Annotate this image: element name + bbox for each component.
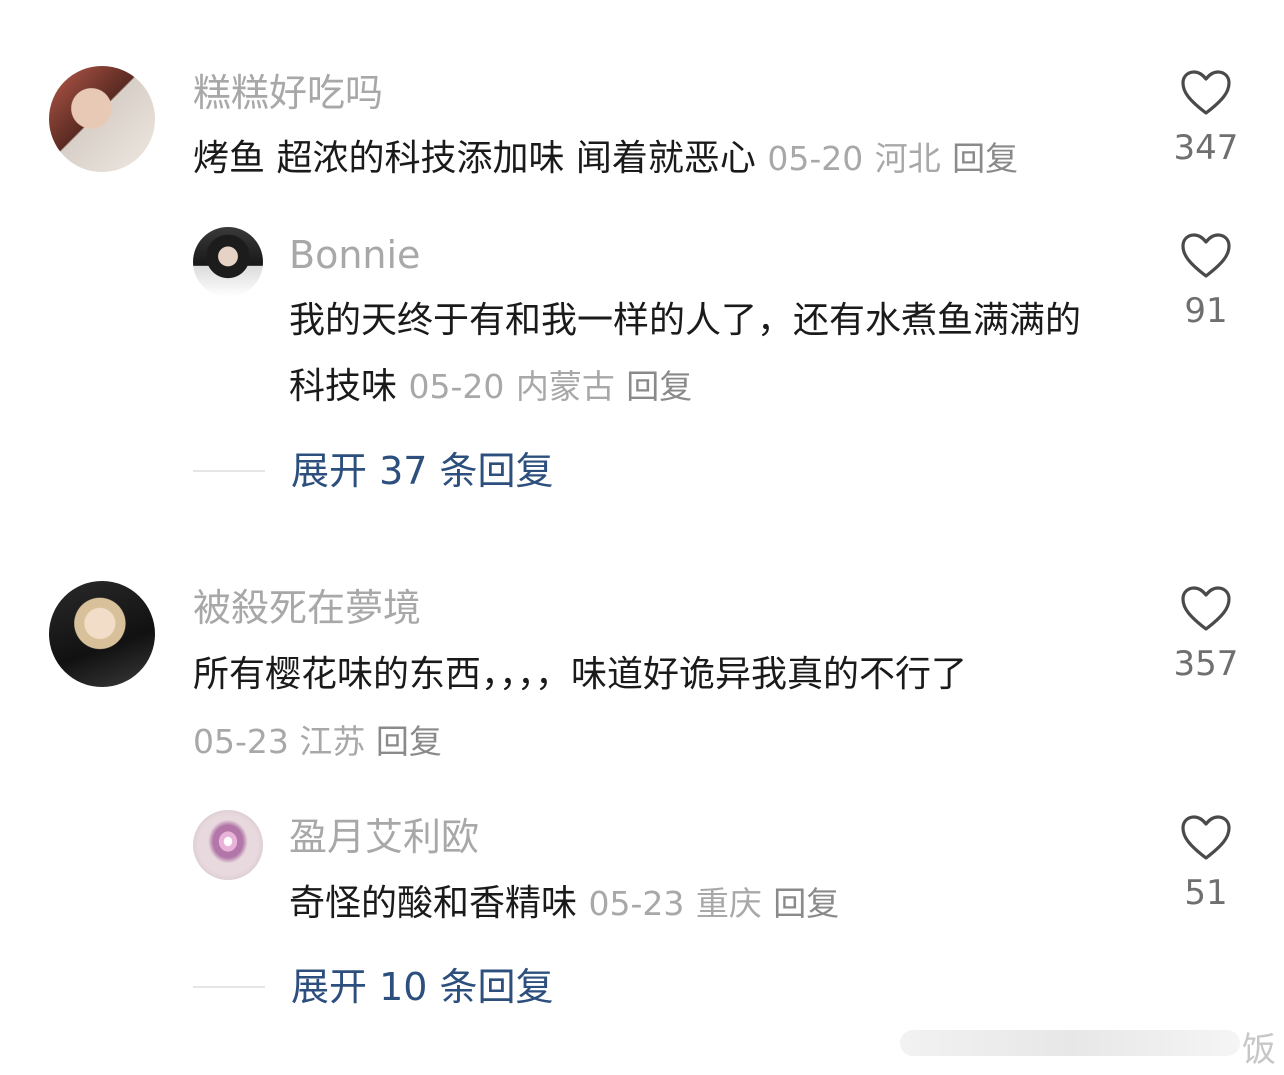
comment-body: 所有樱花味的东西，，，，味道好诡异我真的不行了 [193, 654, 968, 695]
comment-body: 烤鱼 超浓的科技添加味 闻着就恶心 [193, 138, 756, 179]
expand-replies-label: 展开 37 条回复 [291, 449, 554, 493]
like-count: 357 [1173, 644, 1239, 684]
heart-icon [1181, 70, 1231, 115]
comment-username[interactable]: 被殺死在夢境 [193, 585, 421, 631]
watermark: 饭 [870, 1020, 1284, 1070]
avatar[interactable] [49, 66, 155, 172]
like-button[interactable]: 357 [1166, 586, 1246, 684]
reply-button[interactable]: 回复 [773, 884, 839, 923]
avatar[interactable] [49, 581, 155, 687]
heart-icon [1181, 233, 1231, 278]
comment-meta: 05-23 江苏 回复 [193, 719, 442, 765]
heart-icon [1181, 815, 1231, 860]
reply-username[interactable]: Bonnie [289, 232, 420, 278]
avatar[interactable] [193, 810, 263, 880]
like-count: 51 [1184, 873, 1228, 913]
comment-location: 江苏 [299, 722, 366, 761]
comment-date: 05-23 [193, 722, 289, 761]
reply-location: 内蒙古 [515, 367, 615, 406]
comment-text: 烤鱼 超浓的科技添加味 闻着就恶心 05-20 河北 回复 [193, 126, 1153, 192]
expand-replies-button[interactable]: 展开 37 条回复 [193, 446, 554, 496]
like-count: 91 [1184, 291, 1228, 331]
reply-button[interactable]: 回复 [952, 139, 1018, 178]
reply-date: 05-23 [588, 884, 685, 923]
like-button[interactable]: 51 [1166, 815, 1246, 913]
watermark-text: 饭 [1242, 1030, 1276, 1070]
comment-username[interactable]: 糕糕好吃吗 [193, 70, 383, 116]
expand-replies-label: 展开 10 条回复 [291, 965, 554, 1009]
comment-text: 所有樱花味的东西，，，，味道好诡异我真的不行了 [193, 642, 1153, 708]
reply-body: 奇怪的酸和香精味 [289, 883, 578, 924]
heart-icon [1181, 586, 1231, 631]
like-count: 347 [1173, 128, 1239, 168]
reply-location: 重庆 [695, 884, 762, 923]
watermark-bar [900, 1030, 1240, 1056]
expand-replies-button[interactable]: 展开 10 条回复 [193, 962, 554, 1012]
comment-date: 05-20 [767, 139, 864, 178]
avatar[interactable] [193, 227, 263, 297]
reply-username[interactable]: 盈月艾利欧 [289, 814, 479, 860]
reply-button[interactable]: 回复 [376, 722, 442, 761]
reply-text: 奇怪的酸和香精味 05-23 重庆 回复 [289, 871, 1089, 937]
divider [193, 986, 265, 988]
reply-button[interactable]: 回复 [626, 367, 692, 406]
divider [193, 470, 265, 472]
like-button[interactable]: 91 [1166, 233, 1246, 331]
reply-date: 05-20 [408, 367, 505, 406]
reply-text: 我的天终于有和我一样的人了，还有水煮鱼满满的科技味 05-20 内蒙古 回复 [289, 288, 1089, 420]
comment-location: 河北 [874, 139, 941, 178]
like-button[interactable]: 347 [1166, 70, 1246, 168]
